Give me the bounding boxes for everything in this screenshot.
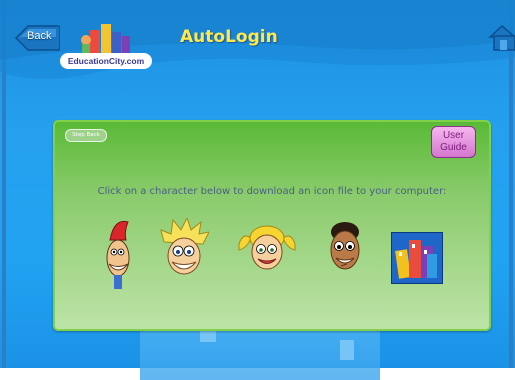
header: Back EducationCity.com AutoLogin <box>0 0 515 82</box>
logo-text: EducationCity.com <box>60 53 152 69</box>
page-title: AutoLogin <box>180 27 278 47</box>
character-pigtail-girl-icon[interactable] <box>237 218 297 278</box>
step-back-button[interactable]: Step Back <box>65 129 107 142</box>
character-spiky-blond-icon[interactable] <box>159 218 209 282</box>
back-label: Back <box>27 30 52 42</box>
instruction-text: Click on a character below to download a… <box>97 186 447 197</box>
home-icon <box>488 25 515 51</box>
autologin-panel: Step Back User Guide Click on a characte… <box>53 120 491 331</box>
educationcity-logo[interactable]: EducationCity.com <box>60 22 152 72</box>
user-guide-button[interactable]: User Guide <box>431 126 476 158</box>
educationcity-buildings-icon[interactable] <box>391 232 443 284</box>
character-dark-hair-boy-icon[interactable] <box>325 218 365 278</box>
logo-buildings-icon <box>81 24 130 54</box>
home-button[interactable] <box>488 23 515 53</box>
user-guide-label-line2: Guide <box>440 142 467 153</box>
character-red-hat-icon[interactable] <box>100 218 140 290</box>
user-guide-label-line1: User <box>442 130 465 141</box>
back-button[interactable]: Back <box>14 23 60 53</box>
